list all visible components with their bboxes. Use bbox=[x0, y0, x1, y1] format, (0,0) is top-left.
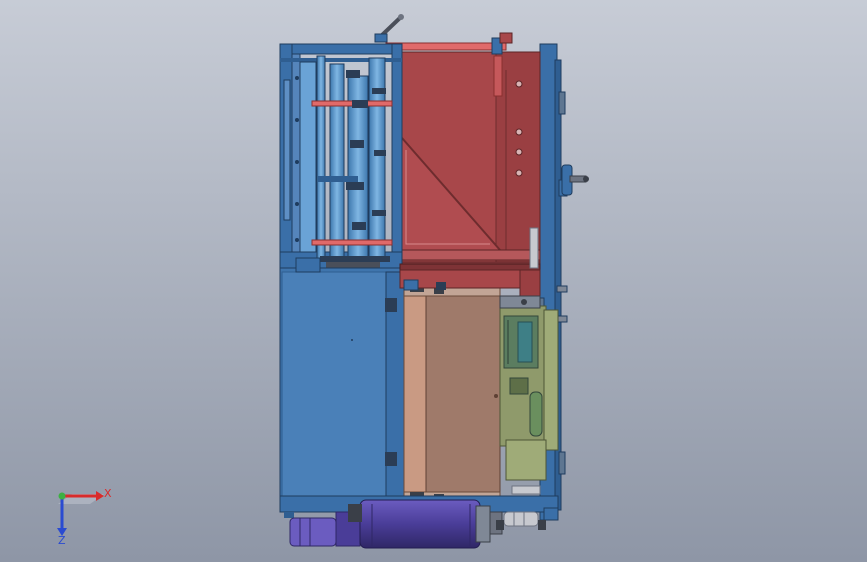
center-door bbox=[403, 286, 501, 501]
x-axis-label: X bbox=[104, 487, 112, 500]
roller-assembly bbox=[311, 55, 393, 268]
axis-origin bbox=[58, 492, 66, 500]
cad-drawing: X Z bbox=[0, 0, 867, 562]
lower-left-panel bbox=[279, 257, 405, 501]
z-axis-label: Z bbox=[58, 534, 66, 547]
red-chamber bbox=[397, 51, 541, 269]
cad-viewport[interactable]: X Z bbox=[0, 0, 867, 562]
